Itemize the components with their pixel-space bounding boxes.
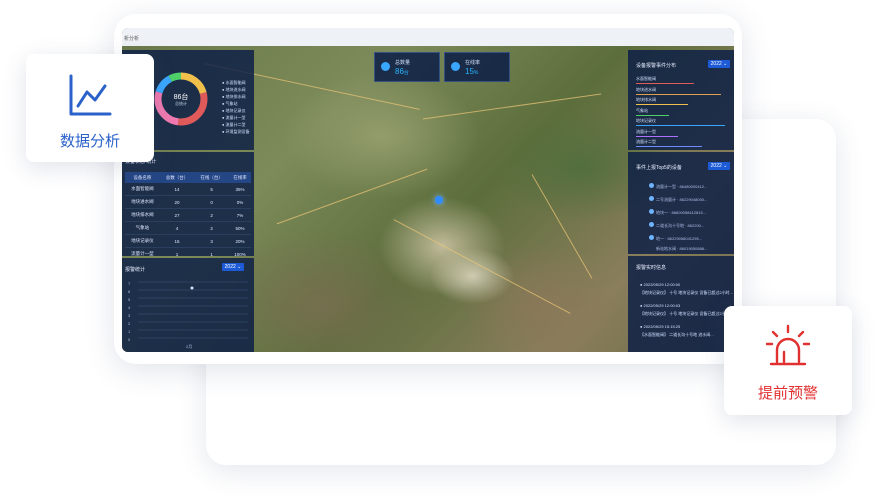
online-icon	[451, 62, 460, 71]
cell: 50%	[229, 221, 251, 235]
year-select[interactable]: 2022 ⌄	[708, 162, 730, 170]
stat-card-online-rate: 在线率 15%	[444, 52, 510, 82]
event-distribution-bar	[636, 114, 669, 116]
event-distribution-label: 气象站	[636, 107, 648, 113]
table-header-row: 设备名称 总数（台） 在线（台） 在线率	[125, 172, 251, 183]
cell: 7%	[229, 208, 251, 222]
column-header: 总数（台）	[159, 172, 195, 183]
cell: 2	[194, 208, 230, 222]
stat-card-total: 总数量 86台	[374, 52, 440, 82]
cell: 14	[159, 183, 195, 196]
cell: 4	[159, 221, 195, 235]
table-row: 地块进水阀 20 0 0%	[125, 195, 251, 209]
stat-value: 86台	[395, 67, 409, 76]
device-status-table: 设备名称 总数（台） 在线（台） 在线率 水面智能阀 14 5 35% 地块进水…	[125, 172, 251, 261]
dashboard-screen: 析分析 总数量 86台 在线率 15% 86台 总统计 ● 水面智能阀 ● 地块…	[122, 28, 734, 352]
cell: 0	[194, 195, 230, 209]
table-row: 地块记录仪 15 3 20%	[125, 234, 251, 248]
early-warning-label: 提前预警	[757, 385, 818, 402]
event-distribution-label: 地块进水阀	[636, 86, 656, 92]
panel-title: 设备报警事件分布	[636, 63, 677, 69]
line-chart-icon	[69, 74, 112, 116]
alarm-text[interactable]: 【水面智能阀】 二道长沟十号地 进水阀...	[640, 332, 714, 338]
window-titlebar: 析分析	[122, 28, 734, 46]
cell: 5	[194, 183, 230, 196]
list-item[interactable]: 新站地水阀 · 86019050888...	[656, 246, 707, 252]
event-distribution-label: 地块排水阀	[636, 97, 656, 102]
event-distribution-bar	[636, 135, 678, 137]
device-icon	[381, 62, 390, 71]
cell: 气象站	[125, 221, 160, 235]
column-header: 在线（台）	[194, 172, 230, 183]
panel-title: 事件上报Top5的设备	[636, 165, 682, 171]
cell: 地块记录仪	[125, 234, 160, 248]
cell: 2	[194, 221, 230, 235]
legend-item: ● 地块进水阀	[222, 87, 246, 92]
data-analysis-card[interactable]: 数据分析	[26, 54, 154, 162]
window-title: 析分析	[124, 36, 140, 42]
cell: 35%	[229, 183, 251, 196]
event-distribution-label: 流量计二型	[636, 139, 656, 144]
event-distribution-bar	[636, 104, 688, 105]
alarm-x-label: 2月	[186, 344, 193, 349]
cell: 27	[159, 208, 195, 222]
column-header: 在线率	[229, 172, 251, 183]
event-distribution-bar	[636, 146, 702, 147]
table-row: 气象站 4 2 50%	[125, 221, 251, 235]
cell: 3	[194, 234, 230, 248]
legend-item: ● 流量计二型	[222, 122, 246, 127]
early-warning-card[interactable]: 提前预警	[724, 306, 852, 415]
legend-item: ● 流量计一型	[222, 115, 246, 120]
list-item[interactable]: 二道长沟十号地 · 862200...	[649, 222, 704, 229]
stat-label: 在线率	[465, 60, 481, 66]
cell: 地块进水阀	[125, 195, 160, 209]
stat-label: 总数量	[395, 60, 411, 66]
cell: 20%	[229, 234, 251, 248]
cell: 地块排水阀	[125, 208, 160, 222]
list-item[interactable]: 流量计一型 · 86480000412...	[649, 183, 707, 190]
event-distribution-panel: 设备报警事件分布 2022 ⌄ 水面智能阀地块进水阀地块排水阀气象站地块记录仪流…	[628, 50, 734, 150]
cell: 15	[159, 234, 195, 248]
alarm-time: ● 2022/05/29 15:15:25	[640, 324, 681, 329]
table-row: 水面智能阀 14 5 35%	[125, 183, 251, 196]
alarm-grid	[138, 281, 248, 339]
table-row: 地块排水阀 27 2 7%	[125, 208, 251, 222]
cell: 水面智能阀	[125, 183, 160, 196]
list-item[interactable]: 二号流量计 · 86229048000...	[649, 196, 707, 203]
legend-item: ● 环境监测设备	[222, 129, 250, 134]
data-analysis-label: 数据分析	[59, 133, 120, 150]
top-devices-panel: 事件上报Top5的设备 2022 ⌄ 流量计一型 · 86480000412..…	[628, 152, 734, 254]
list-item[interactable]: 地块一 · 86600058412815...	[649, 209, 706, 216]
alarm-time: ● 2022/05/29 12:00:03	[640, 303, 681, 308]
event-distribution-bar	[636, 83, 694, 84]
event-distribution-label: 水面智能阀	[636, 76, 656, 81]
event-distribution-label: 流量计一型	[636, 128, 656, 134]
panel-title: 报警实时信息	[636, 265, 667, 271]
list-item[interactable]: 地一 · 86229058041295...	[649, 235, 702, 242]
event-distribution-bar	[636, 93, 721, 95]
panel-title: 报警统计	[125, 267, 146, 273]
alarm-text[interactable]: 【地块记录仪】 十号 地块记录仪 设备已超过2小时...	[640, 290, 733, 296]
alarm-y-axis: 76 54 32 10	[128, 281, 131, 342]
event-distribution-bar	[636, 125, 725, 126]
year-select[interactable]: 2022 ⌄	[222, 263, 244, 271]
alarm-time: ● 2022/05/29 12:00:00	[640, 282, 681, 287]
legend-item: ● 水面智能阀	[222, 80, 246, 85]
device-location-marker[interactable]	[435, 196, 443, 204]
legend-item: ● 地块记录仪	[222, 108, 246, 113]
alarm-stats-panel: 报警统计 2022 ⌄ 76 54 32 10 2月	[122, 258, 254, 352]
stat-value: 15%	[465, 67, 479, 76]
alarm-text[interactable]: 【地块记录仪】 十号 地块记录仪 设备已超过2小时...	[640, 311, 733, 317]
cell: 0%	[229, 195, 251, 209]
legend-item: ● 气象站	[222, 101, 238, 106]
siren-icon	[765, 324, 811, 366]
event-distribution-label: 地块记录仪	[636, 118, 656, 123]
legend-item: ● 地块排水阀	[222, 94, 246, 99]
column-header: 设备名称	[125, 172, 160, 183]
year-select[interactable]: 2022 ⌄	[708, 60, 730, 68]
cell: 20	[159, 195, 195, 209]
donut-label: 总统计	[175, 101, 187, 106]
realtime-alarms-panel: 报警实时信息 ● 2022/05/29 12:00:00 【地块记录仪】 十号 …	[628, 256, 734, 352]
